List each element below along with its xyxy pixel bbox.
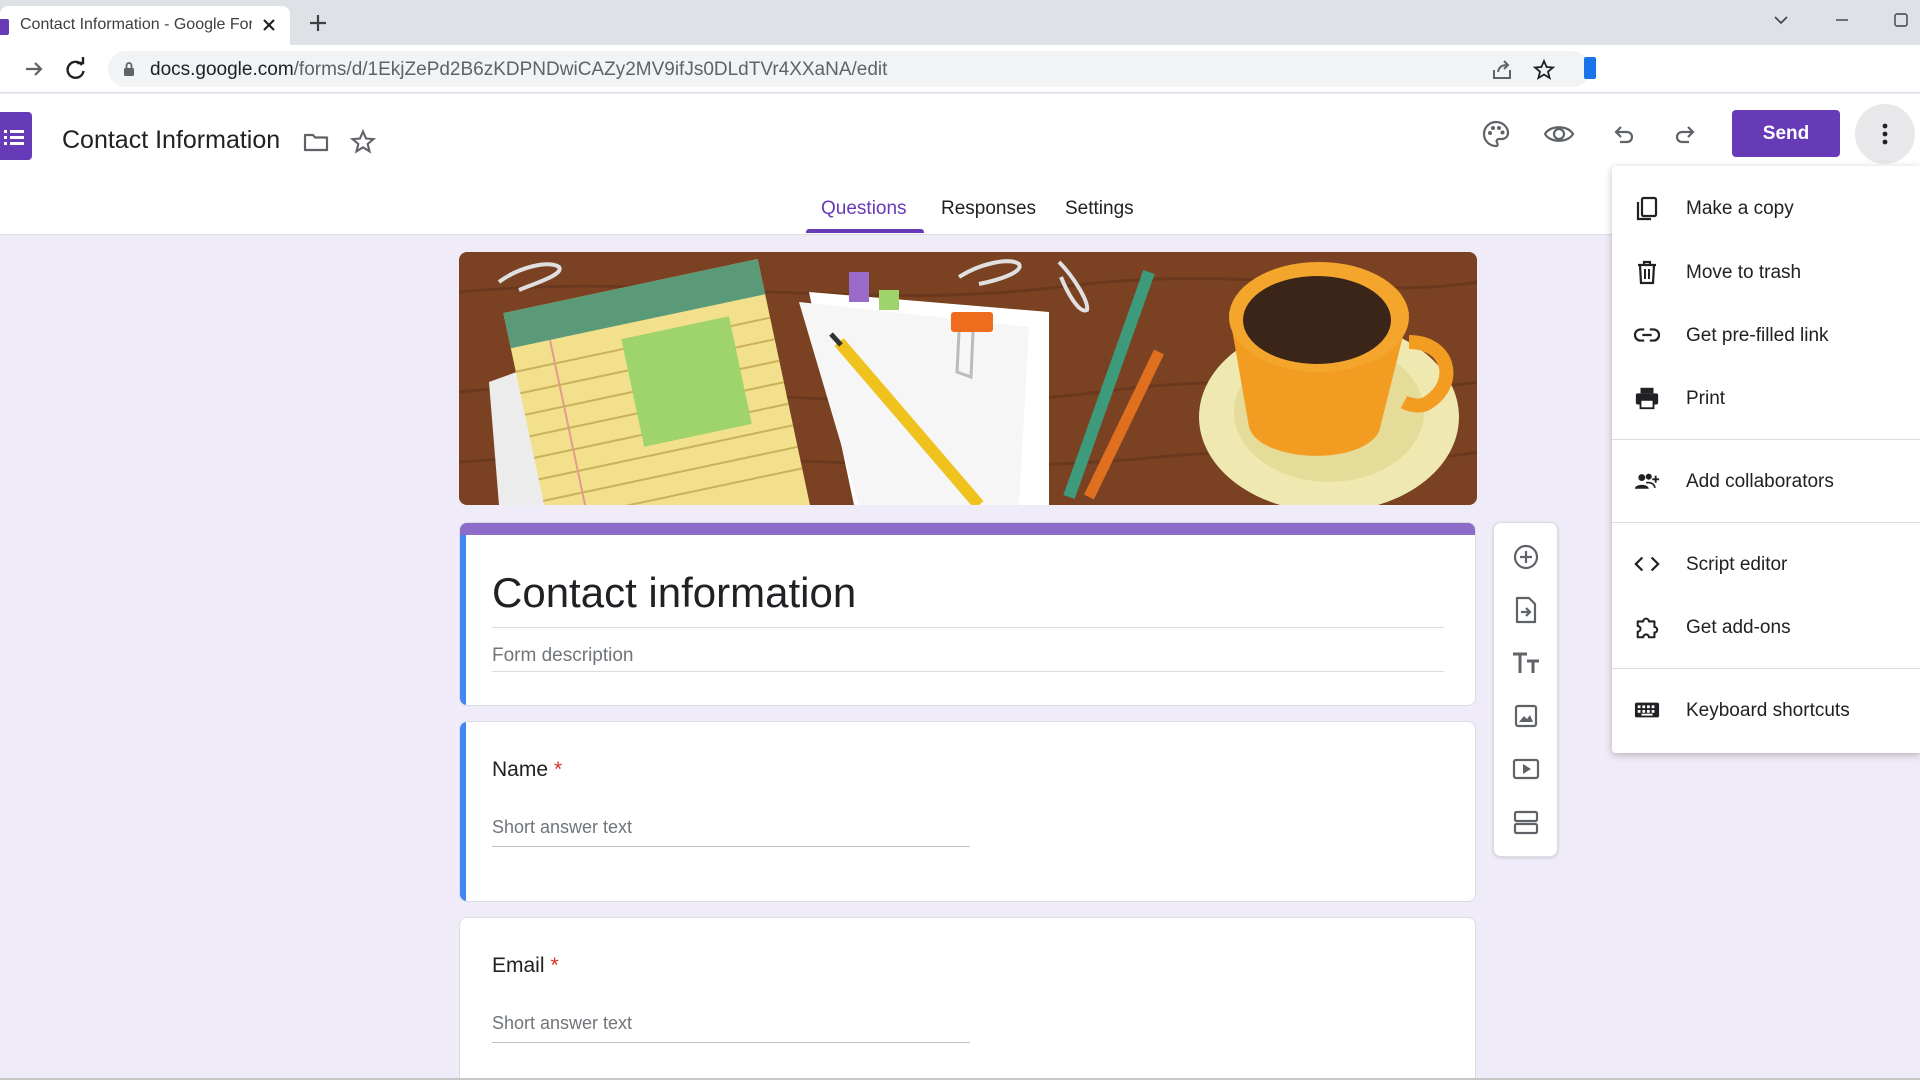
menu-item-prefilled-link[interactable]: Get pre-filled link <box>1612 309 1920 361</box>
menu-item-label: Get add-ons <box>1686 617 1791 638</box>
add-question-icon[interactable] <box>1504 535 1548 579</box>
forward-icon[interactable] <box>20 55 48 83</box>
menu-divider <box>1612 668 1920 669</box>
add-section-icon[interactable] <box>1504 800 1548 844</box>
menu-item-print[interactable]: Print <box>1612 372 1920 424</box>
redo-icon[interactable] <box>1664 112 1708 156</box>
reload-icon[interactable] <box>62 55 90 83</box>
question-card[interactable]: Email * Short answer text <box>459 917 1476 1080</box>
new-tab-icon[interactable] <box>305 10 331 36</box>
tab-search-icon[interactable] <box>1766 8 1796 32</box>
import-questions-icon[interactable] <box>1504 588 1548 632</box>
code-icon <box>1634 551 1660 577</box>
active-tab-indicator <box>806 229 924 233</box>
add-title-description-icon[interactable] <box>1504 641 1548 685</box>
menu-item-label: Print <box>1686 388 1726 409</box>
close-tab-icon[interactable] <box>258 14 280 36</box>
menu-item-add-collaborators[interactable]: Add collaborators <box>1612 455 1920 507</box>
menu-item-label: Keyboard shortcuts <box>1686 700 1850 721</box>
add-image-icon[interactable] <box>1504 694 1548 738</box>
browser-tab-bar: Contact Information - Google Forms <box>0 0 1920 45</box>
puzzle-icon <box>1634 614 1660 640</box>
menu-item-script-editor[interactable]: Script editor <box>1612 538 1920 590</box>
question-title[interactable]: Name * <box>492 758 562 782</box>
add-video-icon[interactable] <box>1504 747 1548 791</box>
menu-divider <box>1612 522 1920 523</box>
menu-item-label: Get pre-filled link <box>1686 325 1829 346</box>
move-to-folder-icon[interactable] <box>294 120 338 164</box>
active-card-indicator <box>460 535 466 705</box>
short-answer-placeholder: Short answer text <box>492 1013 633 1033</box>
trash-icon <box>1634 259 1660 285</box>
browser-tab[interactable]: Contact Information - Google Forms <box>0 6 290 45</box>
menu-item-label: Make a copy <box>1686 198 1794 219</box>
google-forms-logo-icon[interactable] <box>0 112 32 160</box>
title-underline <box>492 627 1444 628</box>
send-button[interactable]: Send <box>1732 110 1840 157</box>
customize-theme-icon[interactable] <box>1474 112 1518 156</box>
answer-underline <box>492 1042 970 1043</box>
menu-item-label: Move to trash <box>1686 262 1802 283</box>
print-icon <box>1634 385 1660 411</box>
menu-item-label: Add collaborators <box>1686 471 1834 492</box>
tab-responses[interactable]: Responses <box>941 198 1036 220</box>
question-card[interactable]: Name * Short answer text <box>459 721 1476 902</box>
more-options-menu: Make a copy Move to trash Get pre-filled… <box>1612 166 1920 753</box>
bookmark-star-icon[interactable] <box>1532 58 1556 82</box>
people-add-icon <box>1634 468 1660 494</box>
keyboard-icon <box>1634 697 1660 723</box>
menu-item-make-copy[interactable]: Make a copy <box>1612 182 1920 234</box>
short-answer-placeholder: Short answer text <box>492 817 633 837</box>
lock-icon[interactable] <box>122 61 136 77</box>
forms-favicon <box>0 19 9 35</box>
question-title[interactable]: Email * <box>492 954 559 978</box>
address-bar-row: docs.google.com/forms/d/1EkjZePd2B6zKDPN… <box>0 45 1920 93</box>
document-title[interactable]: Contact Information <box>62 126 280 155</box>
required-asterisk: * <box>550 954 559 977</box>
form-title[interactable]: Contact information <box>492 569 856 617</box>
copy-icon <box>1634 195 1660 221</box>
preview-eye-icon[interactable] <box>1537 112 1581 156</box>
question-toolbar <box>1493 522 1558 857</box>
form-description-field[interactable]: Form description <box>492 645 634 667</box>
active-card-indicator <box>460 722 466 901</box>
menu-item-label: Script editor <box>1686 554 1788 575</box>
menu-item-keyboard-shortcuts[interactable]: Keyboard shortcuts <box>1612 684 1920 736</box>
answer-underline <box>492 846 970 847</box>
header-image <box>459 252 1477 505</box>
form-title-card[interactable]: Contact information Form description <box>459 522 1476 706</box>
undo-icon[interactable] <box>1601 112 1645 156</box>
required-asterisk: * <box>554 758 563 781</box>
omnibox[interactable]: docs.google.com/forms/d/1EkjZePd2B6zKDPN… <box>108 51 1590 87</box>
star-icon[interactable] <box>341 120 385 164</box>
menu-item-get-add-ons[interactable]: Get add-ons <box>1612 601 1920 653</box>
share-icon[interactable] <box>1490 58 1514 82</box>
restore-icon[interactable] <box>1886 8 1916 32</box>
minimize-icon[interactable] <box>1827 8 1857 32</box>
extension-icon[interactable] <box>1584 57 1596 79</box>
link-icon <box>1634 322 1660 348</box>
menu-divider <box>1612 439 1920 440</box>
tab-title: Contact Information - Google Forms <box>20 16 252 33</box>
menu-item-move-to-trash[interactable]: Move to trash <box>1612 246 1920 298</box>
tab-questions[interactable]: Questions <box>821 198 907 220</box>
tab-settings[interactable]: Settings <box>1065 198 1134 220</box>
theme-color-bar <box>460 523 1475 535</box>
description-underline <box>492 671 1444 672</box>
url-text[interactable]: docs.google.com/forms/d/1EkjZePd2B6zKDPN… <box>150 59 887 81</box>
more-options-icon[interactable] <box>1855 104 1915 164</box>
